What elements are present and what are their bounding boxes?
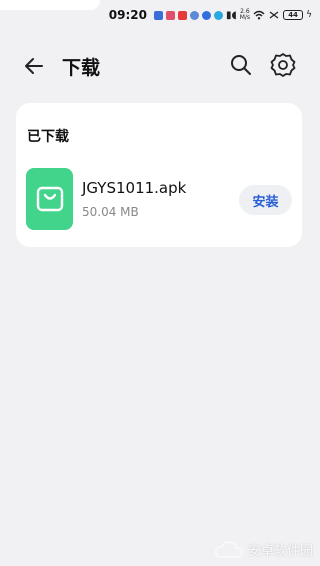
vibrate-icon: ▮◖ — [225, 9, 237, 21]
notification-app-icon — [165, 10, 175, 20]
wifi-icon — [253, 10, 265, 20]
notification-app-icon — [177, 10, 187, 20]
notification-app-icon — [153, 10, 163, 20]
notification-app-icon — [213, 10, 223, 20]
charging-icon: ϟ — [306, 10, 312, 20]
apk-app-icon — [26, 168, 73, 230]
download-screen: 09:20 ▮◖ 2.6 M/s 44 ϟ 下载 已下载 JGYS1011.ap… — [0, 0, 320, 566]
section-title-downloaded: 已下载 — [27, 129, 69, 145]
notification-app-icon — [201, 10, 211, 20]
no-sim-icon — [269, 11, 279, 19]
search-icon[interactable] — [229, 53, 253, 77]
shopping-bag-icon — [36, 186, 63, 212]
top-app-bar: 下载 — [0, 44, 320, 88]
cloud-logo-icon — [214, 540, 244, 558]
status-time: 09:20 — [108, 8, 147, 22]
network-speed: 2.6 M/s — [240, 9, 250, 21]
status-bar: 09:20 ▮◖ 2.6 M/s 44 ϟ — [0, 0, 320, 30]
install-button[interactable]: 安装 — [239, 185, 292, 215]
file-size: 50.04 MB — [82, 205, 139, 219]
arrow-left-icon[interactable] — [22, 54, 46, 78]
network-speed-unit: M/s — [239, 14, 251, 21]
page-title: 下载 — [62, 57, 101, 79]
file-name: JGYS1011.apk — [82, 179, 187, 197]
gear-icon[interactable] — [270, 52, 296, 78]
watermark: 安卓软件园 — [214, 538, 313, 560]
notification-app-icon — [189, 10, 199, 20]
watermark-text: 安卓软件园 — [248, 543, 314, 559]
downloaded-card: 已下载 JGYS1011.apk 50.04 MB 安装 — [16, 103, 302, 247]
battery-indicator: 44 — [283, 10, 304, 20]
